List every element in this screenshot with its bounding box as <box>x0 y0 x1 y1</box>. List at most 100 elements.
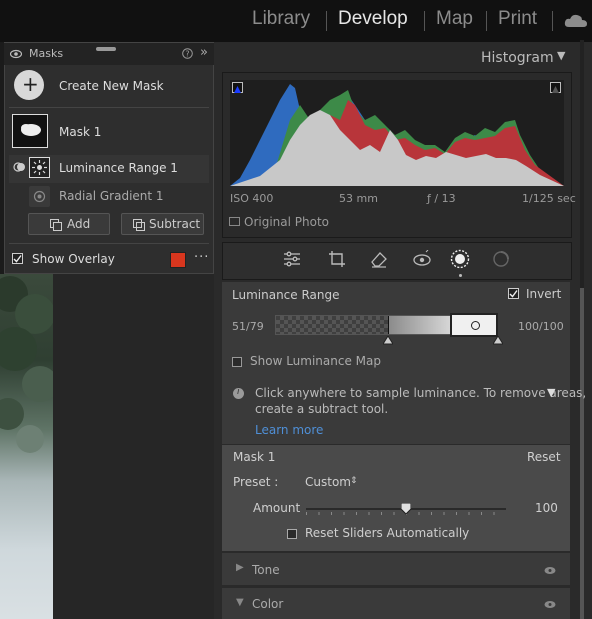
preset-label: Preset : <box>233 475 279 489</box>
amount-label: Amount <box>253 501 301 515</box>
expand-triangle-icon[interactable]: ▶ <box>236 562 244 573</box>
histogram-header[interactable]: Histogram ▼ <box>220 44 572 70</box>
module-map[interactable]: Map <box>436 8 473 30</box>
histogram-title: Histogram <box>481 50 554 66</box>
eraser-icon[interactable] <box>370 250 388 268</box>
original-photo-checkbox[interactable] <box>229 217 240 226</box>
crop-icon[interactable] <box>328 250 346 268</box>
add-label: Add <box>67 217 91 231</box>
radial-gradient-label[interactable]: Radial Gradient 1 <box>59 189 164 203</box>
help-icon[interactable]: ? <box>182 48 193 59</box>
range-marker-left <box>388 316 389 334</box>
radial-tool-icon[interactable] <box>29 186 50 207</box>
luminance-left-value[interactable]: 51/79 <box>232 320 264 333</box>
expand-info-icon[interactable]: ▼ <box>547 386 555 399</box>
more-options-icon[interactable]: ··· <box>194 250 209 265</box>
divider <box>9 107 209 108</box>
iso-readout: ISO 400 <box>230 192 274 205</box>
active-tool-indicator <box>459 274 462 277</box>
reset-sliders-label[interactable]: Reset Sliders Automatically <box>305 526 469 540</box>
presets-icon[interactable] <box>492 250 510 268</box>
module-develop[interactable]: Develop <box>338 8 408 30</box>
histogram-graph[interactable] <box>230 80 564 186</box>
invert-label[interactable]: Invert <box>526 287 561 301</box>
info-icon: i <box>233 387 244 399</box>
subtract-mask-icon <box>133 219 145 231</box>
divider <box>552 11 553 31</box>
sliders-icon[interactable] <box>283 250 301 268</box>
tone-title: Tone <box>252 563 280 577</box>
shutter-readout: 1/125 sec <box>522 192 576 205</box>
color-title: Color <box>252 597 284 611</box>
subtract-mode-icon <box>13 162 25 172</box>
cloud-icon[interactable] <box>564 12 588 28</box>
range-handle-right[interactable] <box>493 336 503 346</box>
learn-more-link[interactable]: Learn more <box>255 423 323 437</box>
amount-slider-thumb[interactable] <box>401 503 411 515</box>
histogram-chart <box>230 84 564 186</box>
eye-icon[interactable] <box>544 600 556 609</box>
triangle-up-icon <box>552 86 559 93</box>
checkmark-icon <box>13 255 22 263</box>
plus-icon: + <box>22 72 39 96</box>
mask1-label[interactable]: Mask 1 <box>59 125 101 139</box>
range-center-handle[interactable] <box>471 321 480 330</box>
luminance-range-label[interactable]: Luminance Range 1 <box>59 161 178 175</box>
scrollbar-thumb[interactable] <box>580 288 584 619</box>
photo-preview[interactable] <box>0 274 53 619</box>
range-handle-left[interactable] <box>383 336 393 346</box>
info-i-glyph: i <box>237 387 240 397</box>
divider <box>486 11 487 31</box>
reset-sliders-checkbox[interactable] <box>287 529 297 539</box>
subtract-label: Subtract <box>149 217 201 231</box>
add-mask-icon <box>50 219 62 231</box>
luminance-selection-box[interactable] <box>450 313 498 337</box>
subtract-button[interactable]: Subtract <box>121 213 204 235</box>
collapse-panel-icon[interactable]: » <box>200 45 208 60</box>
overlay-color-swatch[interactable] <box>170 252 186 268</box>
add-button[interactable]: Add <box>28 213 110 235</box>
divider <box>9 243 209 244</box>
show-overlay-label[interactable]: Show Overlay <box>32 252 115 266</box>
show-luminance-map-label[interactable]: Show Luminance Map <box>250 354 381 368</box>
dropdown-arrows-icon[interactable]: ⇕ <box>350 476 358 486</box>
preset-dropdown[interactable]: Custom <box>305 475 351 489</box>
luminance-tool-icon[interactable] <box>29 157 50 178</box>
collapse-triangle-icon[interactable]: ▼ <box>557 49 565 62</box>
radial-gradient-icon <box>33 190 46 203</box>
sun-icon <box>32 160 47 175</box>
create-new-mask-label[interactable]: Create New Mask <box>59 79 164 93</box>
masks-title: Masks <box>29 47 64 60</box>
invert-checkbox[interactable] <box>508 288 519 299</box>
create-new-mask-button[interactable]: + <box>14 70 44 100</box>
highlight-clipping-toggle[interactable] <box>550 82 561 93</box>
module-print[interactable]: Print <box>498 8 537 30</box>
divider <box>424 11 425 31</box>
module-picker: Library Develop Map Print <box>0 0 592 42</box>
red-eye-icon[interactable] <box>412 250 432 268</box>
svg-text:?: ? <box>185 50 189 59</box>
eye-icon[interactable] <box>544 566 556 575</box>
mask1-thumbnail[interactable] <box>12 114 48 148</box>
eye-icon[interactable] <box>10 49 22 59</box>
info-text-line2: create a subtract tool. <box>255 402 389 416</box>
original-photo-label[interactable]: Original Photo <box>244 215 329 229</box>
masks-panel-header[interactable]: Masks ? » <box>4 43 214 65</box>
show-luminance-map-checkbox[interactable] <box>232 357 242 367</box>
tree-foliage <box>0 276 53 453</box>
luminance-falloff <box>388 316 450 334</box>
mask-panel-title: Mask 1 <box>233 450 276 464</box>
luminance-right-value[interactable]: 100/100 <box>518 320 564 333</box>
show-overlay-checkbox[interactable] <box>12 253 23 264</box>
triangle-up-icon <box>234 86 241 93</box>
module-library[interactable]: Library <box>252 8 310 30</box>
tool-strip <box>222 242 572 280</box>
luminance-range-title: Luminance Range <box>232 288 340 302</box>
drag-handle[interactable] <box>96 47 116 51</box>
shadow-clipping-toggle[interactable] <box>232 82 243 93</box>
amount-value[interactable]: 100 <box>535 501 558 515</box>
info-text-line1: Click anywhere to sample luminance. To r… <box>255 386 587 400</box>
masking-icon[interactable] <box>450 249 470 269</box>
collapse-triangle-icon[interactable]: ▼ <box>236 597 244 608</box>
reset-button[interactable]: Reset <box>527 450 561 464</box>
